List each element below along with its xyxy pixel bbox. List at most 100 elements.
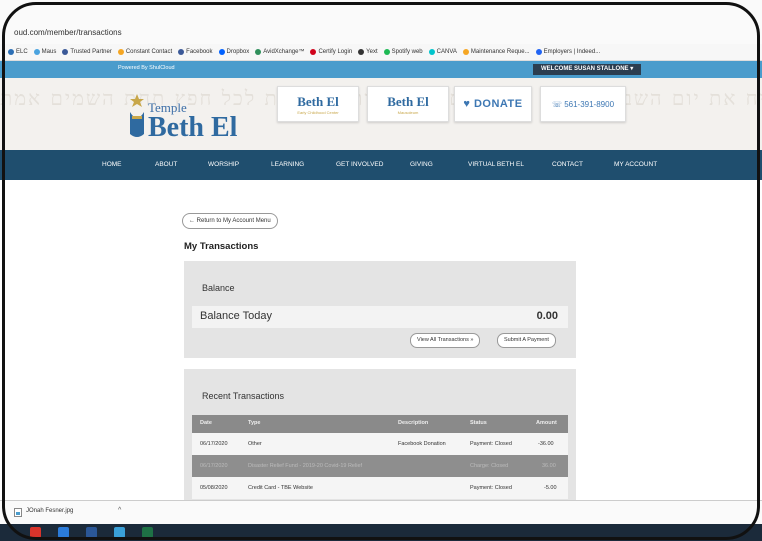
image-file-icon	[14, 508, 22, 517]
row-type: Credit Card - TBE Website	[248, 485, 313, 491]
row-date: 06/17/2020	[200, 441, 228, 447]
os-taskbar	[0, 524, 762, 541]
bookmark-label: Certify Login	[318, 49, 353, 55]
nav-my-account[interactable]: MY ACCOUNT	[614, 161, 657, 168]
donate-button[interactable]: ♥ DONATE	[454, 86, 532, 122]
taskbar-app-icon[interactable]	[58, 527, 69, 538]
bookmark-item[interactable]: Yext	[358, 49, 378, 55]
powered-by-link[interactable]: Powered By ShulCloud	[118, 65, 175, 71]
bookmark-label: AvidXchange™	[263, 49, 305, 55]
nav-about[interactable]: ABOUT	[155, 161, 177, 168]
bookmark-item[interactable]: Constant Contact	[117, 49, 173, 55]
bookmark-favicon-icon	[62, 49, 69, 55]
temple-logo-icon[interactable]	[126, 94, 148, 140]
submit-payment-button[interactable]: Submit A Payment	[497, 333, 556, 348]
row-status: Charge: Closed	[470, 463, 509, 469]
phone-link[interactable]: ☏ 561-391-8900	[540, 86, 626, 122]
row-date: 05/08/2020	[200, 485, 228, 491]
nav-giving[interactable]: GIVING	[410, 161, 433, 168]
site-header: יח את יום השבת לקדשו אלה ויום הזה מצות י…	[0, 78, 762, 150]
chevron-up-icon[interactable]: ^	[118, 507, 121, 514]
bookmark-item[interactable]: Facebook	[178, 49, 213, 55]
bookmark-label: Facebook	[186, 49, 213, 55]
logo-beth-el-text: Beth El	[148, 112, 238, 143]
nav-worship[interactable]: WORSHIP	[208, 161, 239, 168]
bookmark-item[interactable]: AvidXchange™	[255, 49, 304, 55]
bookmark-label: ELC	[16, 49, 28, 55]
row-type: Other	[248, 441, 262, 447]
taskbar-app-icon[interactable]	[114, 527, 125, 538]
screen: oud.com/member/transactions ELC Maus Trust…	[0, 0, 762, 541]
nav-contact[interactable]: CONTACT	[552, 161, 583, 168]
phone-label: ☏ 561-391-8900	[551, 99, 615, 109]
balance-today-row: Balance Today 0.00	[192, 306, 568, 328]
bookmark-item[interactable]: Trusted Partner	[62, 49, 112, 55]
bookmarks-bar: ELC Maus Trusted Partner Constant Contact Fa…	[0, 44, 762, 61]
bookmark-favicon-icon	[255, 49, 262, 55]
taskbar-app-icon[interactable]	[142, 527, 153, 538]
bookmark-favicon-icon	[462, 49, 469, 55]
bookmark-item[interactable]: ELC	[8, 49, 28, 55]
address-bar[interactable]: oud.com/member/transactions	[14, 28, 122, 37]
view-all-transactions-button[interactable]: View All Transactions »	[410, 333, 481, 348]
col-status[interactable]: Status	[470, 420, 487, 426]
ecc-subtitle: Early Childhood Center	[297, 109, 339, 115]
mausoleum-link[interactable]: Beth El Mausoleum	[367, 86, 449, 122]
browser-toolbar: oud.com/member/transactions	[0, 0, 762, 45]
bookmark-label: Constant Contact	[125, 49, 173, 55]
bookmark-favicon-icon	[428, 49, 435, 55]
mausoleum-subtitle: Mausoleum	[397, 109, 419, 115]
bookmark-favicon-icon	[33, 49, 40, 55]
row-status: Payment: Closed	[470, 485, 512, 491]
col-amount[interactable]: Amount	[536, 420, 557, 426]
bookmark-item[interactable]: Maus	[33, 49, 57, 55]
nav-learning[interactable]: LEARNING	[271, 161, 304, 168]
bookmark-label: Trusted Partner	[70, 49, 112, 55]
balance-today-label: Balance Today	[200, 310, 272, 322]
table-header: Date Type Description Status Amount	[192, 415, 568, 433]
bookmark-item[interactable]: Spotify web	[383, 49, 423, 55]
bookmark-label: Spotify web	[391, 49, 423, 55]
bookmark-label: Dropbox	[226, 49, 250, 55]
download-file-name[interactable]: JOnah Fesner.jpg	[26, 508, 73, 514]
bookmark-favicon-icon	[218, 49, 225, 55]
balance-section-title: Balance	[202, 283, 235, 293]
donate-label: ♥ DONATE	[463, 98, 523, 110]
return-to-account-button[interactable]: ← Return to My Account Menu	[182, 213, 278, 229]
table-row[interactable]: 06/17/2020 Other Facebook Donation Payme…	[192, 433, 568, 455]
row-date: 06/17/2020	[200, 463, 228, 469]
recent-transactions-title: Recent Transactions	[202, 391, 285, 401]
main-nav: HOME ABOUT WORSHIP LEARNING GET INVOLVED…	[0, 150, 762, 180]
bookmark-favicon-icon	[8, 49, 14, 55]
row-description: Facebook Donation	[398, 441, 446, 447]
nav-get-involved[interactable]: GET INVOLVED	[336, 161, 383, 168]
taskbar-app-icon[interactable]	[86, 527, 97, 538]
bookmark-item[interactable]: Employers | Indeed...	[535, 49, 601, 55]
bookmark-favicon-icon	[383, 49, 390, 55]
bookmark-label: Employers | Indeed...	[543, 49, 601, 55]
main-content: ← Return to My Account Menu My Transacti…	[0, 180, 762, 500]
bookmark-item[interactable]: CANVA	[428, 49, 457, 55]
bookmark-item[interactable]: Certify Login	[310, 49, 352, 55]
col-type[interactable]: Type	[248, 420, 260, 426]
taskbar-app-icon[interactable]	[30, 527, 41, 538]
bookmark-label: Yext	[366, 49, 378, 55]
bookmark-item[interactable]: Maintenance Reque...	[462, 49, 530, 55]
bookmark-label: Maintenance Reque...	[470, 49, 530, 55]
col-date[interactable]: Date	[200, 420, 212, 426]
row-status: Payment: Closed	[470, 441, 512, 447]
welcome-user-menu[interactable]: WELCOME SUSAN STALLONE ▾	[533, 64, 642, 75]
ecc-link[interactable]: Beth El Early Childhood Center	[277, 86, 359, 122]
table-row[interactable]: 06/17/2020 Disaster Relief Fund - 2019-2…	[192, 455, 568, 477]
table-row[interactable]: 05/08/2020 Credit Card - TBE Website Pay…	[192, 477, 568, 499]
row-amount: -5.00	[544, 485, 557, 491]
bookmark-item[interactable]: Dropbox	[218, 49, 250, 55]
page-title: My Transactions	[184, 241, 259, 252]
bookmark-favicon-icon	[178, 49, 185, 55]
nav-home[interactable]: HOME	[102, 161, 122, 168]
col-description[interactable]: Description	[398, 420, 428, 426]
bookmark-label: Maus	[41, 49, 57, 55]
downloads-bar: JOnah Fesner.jpg ^	[0, 500, 762, 525]
nav-virtual-beth-el[interactable]: VIRTUAL BETH EL	[468, 161, 524, 168]
balance-today-value: 0.00	[536, 310, 558, 322]
